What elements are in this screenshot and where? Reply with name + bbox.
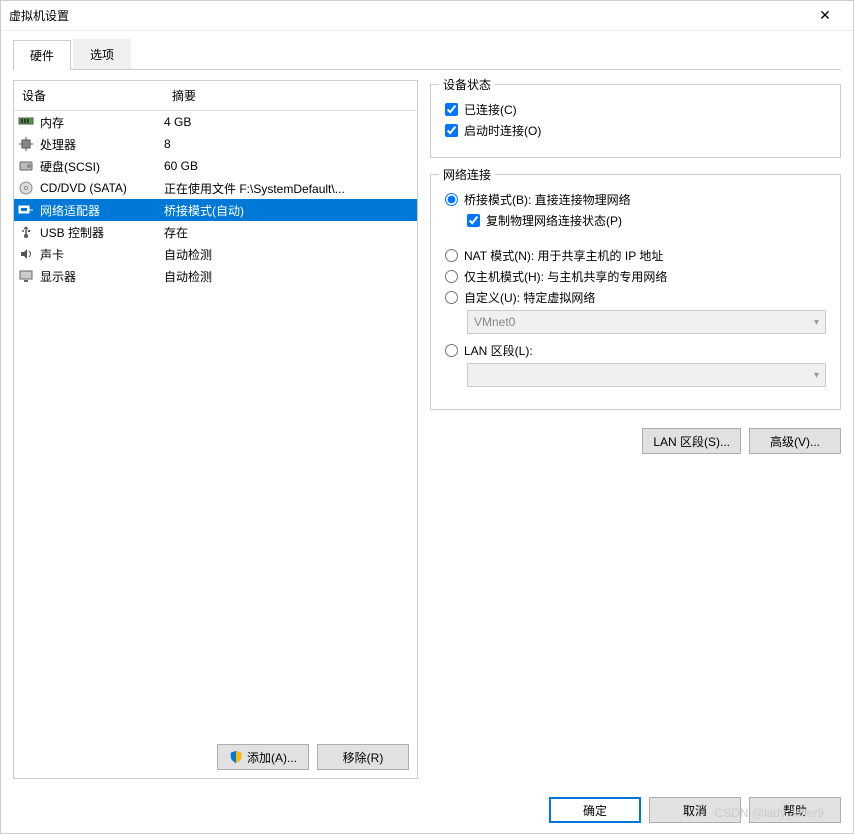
custom-radio-row[interactable]: 自定义(U): 特定虚拟网络 [445,289,826,306]
device-row-usb[interactable]: USB 控制器存在 [14,221,417,243]
device-summary: 桥接模式(自动) [164,202,417,219]
content-area: 硬件 选项 设备 摘要 内存4 GB处理器8硬盘(SCSI)60 GBCD/DV… [1,31,853,787]
lan-select: ▾ [467,363,826,387]
header-summary: 摘要 [164,81,417,110]
add-button[interactable]: 添加(A)... [217,744,309,770]
usb-icon [14,225,38,239]
custom-radio[interactable] [445,291,458,304]
connect-poweron-checkbox[interactable] [445,124,458,137]
net-icon [14,204,38,216]
connect-poweron-row[interactable]: 启动时连接(O) [445,122,826,139]
lan-radio-row[interactable]: LAN 区段(L): [445,342,826,359]
network-group: 网络连接 桥接模式(B): 直接连接物理网络 复制物理网络连接状态(P) NAT… [430,174,841,410]
device-summary: 4 GB [164,115,417,129]
device-row-cd[interactable]: CD/DVD (SATA)正在使用文件 F:\SystemDefault\... [14,177,417,199]
network-extra-buttons: LAN 区段(S)... 高级(V)... [430,428,841,454]
chevron-down-icon: ▾ [814,317,819,328]
replicate-row[interactable]: 复制物理网络连接状态(P) [467,212,826,229]
device-summary: 自动检测 [164,268,417,285]
help-button[interactable]: 帮助 [749,797,841,823]
device-row-cpu[interactable]: 处理器8 [14,133,417,155]
device-status-group: 设备状态 已连接(C) 启动时连接(O) [430,84,841,158]
cd-icon [14,181,38,195]
chevron-down-icon: ▾ [814,370,819,381]
connect-poweron-label: 启动时连接(O) [464,122,541,139]
replicate-label: 复制物理网络连接状态(P) [486,212,622,229]
memory-icon [14,116,38,128]
cpu-icon [14,137,38,151]
nat-radio-row[interactable]: NAT 模式(N): 用于共享主机的 IP 地址 [445,247,826,264]
connected-checkbox[interactable] [445,103,458,116]
device-name: 处理器 [38,136,164,153]
lan-segments-button[interactable]: LAN 区段(S)... [642,428,741,454]
device-list-panel: 设备 摘要 内存4 GB处理器8硬盘(SCSI)60 GBCD/DVD (SAT… [13,80,418,779]
custom-label: 自定义(U): 特定虚拟网络 [464,289,595,306]
custom-select: VMnet0 ▾ [467,310,826,334]
lan-label: LAN 区段(L): [464,342,533,359]
display-icon [14,269,38,283]
device-name: 硬盘(SCSI) [38,158,164,175]
device-summary: 存在 [164,224,417,241]
device-name: USB 控制器 [38,224,164,241]
panels: 设备 摘要 内存4 GB处理器8硬盘(SCSI)60 GBCD/DVD (SAT… [13,70,841,779]
device-rows: 内存4 GB处理器8硬盘(SCSI)60 GBCD/DVD (SATA)正在使用… [14,111,417,287]
device-name: CD/DVD (SATA) [38,181,164,195]
remove-button[interactable]: 移除(R) [317,744,409,770]
disk-icon [14,159,38,173]
advanced-button[interactable]: 高级(V)... [749,428,841,454]
ok-button[interactable]: 确定 [549,797,641,823]
device-status-title: 设备状态 [439,76,495,93]
device-summary: 60 GB [164,159,417,173]
connected-label: 已连接(C) [464,101,517,118]
titlebar: 虚拟机设置 ✕ [1,1,853,31]
replicate-checkbox[interactable] [467,214,480,227]
hostonly-radio-row[interactable]: 仅主机模式(H): 与主机共享的专用网络 [445,268,826,285]
settings-panel: 设备状态 已连接(C) 启动时连接(O) 网络连接 桥接模式(B): 直接连接物 [430,80,841,779]
device-row-disk[interactable]: 硬盘(SCSI)60 GB [14,155,417,177]
close-icon[interactable]: ✕ [805,7,845,24]
nat-radio[interactable] [445,249,458,262]
device-name: 内存 [38,114,164,131]
bridged-radio[interactable] [445,193,458,206]
device-summary: 自动检测 [164,246,417,263]
device-row-display[interactable]: 显示器自动检测 [14,265,417,287]
device-summary: 正在使用文件 F:\SystemDefault\... [164,180,417,197]
sound-icon [14,247,38,261]
device-row-net[interactable]: 网络适配器桥接模式(自动) [14,199,417,221]
hostonly-label: 仅主机模式(H): 与主机共享的专用网络 [464,268,667,285]
device-name: 显示器 [38,268,164,285]
tab-bar: 硬件 选项 [13,39,841,70]
bridged-label: 桥接模式(B): 直接连接物理网络 [464,191,631,208]
dialog-footer: 确定 取消 帮助 [1,787,853,833]
nat-label: NAT 模式(N): 用于共享主机的 IP 地址 [464,247,663,264]
hostonly-radio[interactable] [445,270,458,283]
device-row-memory[interactable]: 内存4 GB [14,111,417,133]
device-name: 网络适配器 [38,202,164,219]
device-table: 设备 摘要 内存4 GB处理器8硬盘(SCSI)60 GBCD/DVD (SAT… [14,81,417,736]
tab-hardware[interactable]: 硬件 [13,40,71,70]
cancel-button[interactable]: 取消 [649,797,741,823]
vm-settings-window: 虚拟机设置 ✕ 硬件 选项 设备 摘要 内存4 GB处理器8硬盘(SCSI)60… [0,0,854,834]
shield-icon [229,750,243,764]
lan-radio[interactable] [445,344,458,357]
device-summary: 8 [164,137,417,151]
header-device: 设备 [14,81,164,110]
device-table-header: 设备 摘要 [14,81,417,111]
add-button-label: 添加(A)... [247,749,297,766]
connected-checkbox-row[interactable]: 已连接(C) [445,101,826,118]
tab-options[interactable]: 选项 [73,39,131,69]
custom-select-value: VMnet0 [474,315,515,329]
window-title: 虚拟机设置 [9,7,805,24]
bridged-radio-row[interactable]: 桥接模式(B): 直接连接物理网络 [445,191,826,208]
device-name: 声卡 [38,246,164,263]
network-title: 网络连接 [439,166,495,183]
device-buttons: 添加(A)... 移除(R) [14,736,417,778]
device-row-sound[interactable]: 声卡自动检测 [14,243,417,265]
